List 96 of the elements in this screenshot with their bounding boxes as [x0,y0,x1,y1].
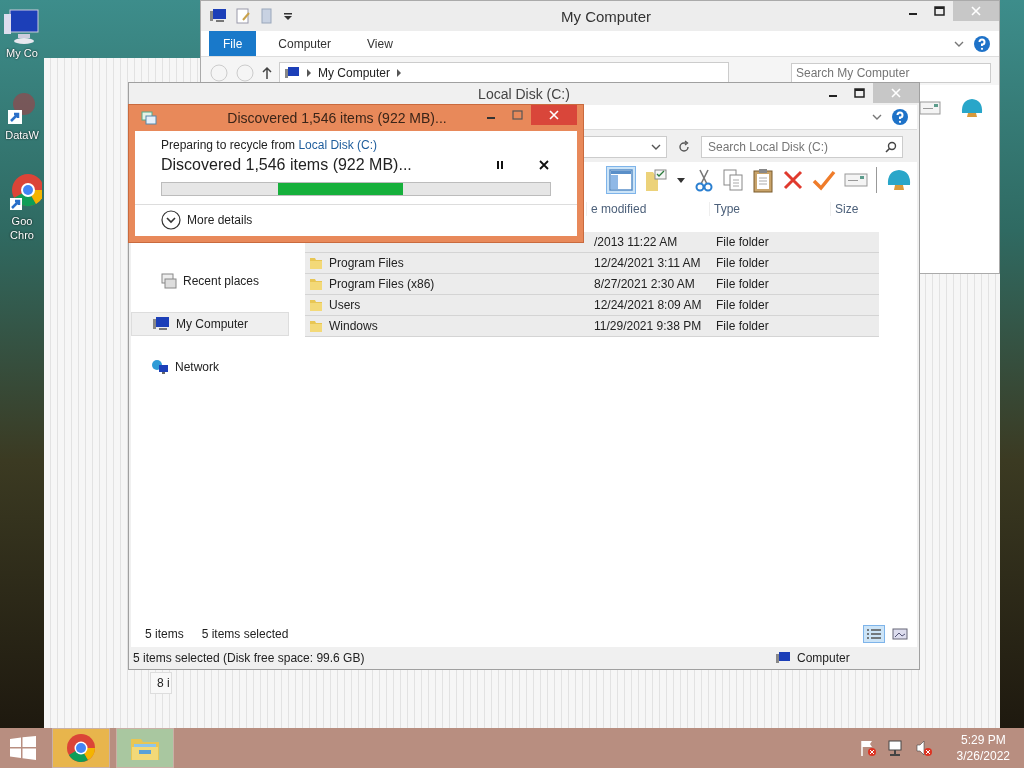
file-name: Program Files (x86) [329,277,435,291]
folder-icon [309,256,323,270]
text-fragment: 8 i [150,672,172,694]
tiles-view-button[interactable] [889,625,911,643]
breadcrumb-arrow-icon[interactable] [396,69,403,77]
close-button[interactable] [531,105,577,125]
ribbon-tab[interactable]: File [209,31,257,56]
caret-icon[interactable] [676,175,686,185]
selection-count: 5 items selected [201,627,289,641]
file-row[interactable]: Windows 11/29/2021 9:38 PM File folder [305,316,879,337]
file-name: Windows [329,319,378,333]
more-details-toggle[interactable]: More details [161,210,253,230]
maximize-icon[interactable] [934,6,945,16]
search-field[interactable]: Search Local Disk (C:) [701,136,903,158]
maximize-icon[interactable] [854,88,865,98]
date-cell-text: 12/24/2021 3:11 AM [593,256,702,270]
desktop-icon-label[interactable]: DataW [2,128,42,142]
computer-icon [775,651,791,665]
date-cell-text: 12/24/2021 8:09 AM [593,298,703,312]
type-cell-text: File folder [715,256,770,270]
flag-icon[interactable] [858,739,877,757]
refresh-icon[interactable] [677,140,691,154]
computer-icon [284,66,300,80]
computer-icon[interactable] [2,8,42,46]
type-cell-text: File folder [715,277,770,291]
date-cell-text: 11/29/2021 9:38 PM [593,319,703,333]
help-icon[interactable] [891,108,909,126]
dropdown-icon[interactable] [650,142,662,152]
folder-icon [309,277,323,291]
type-cell-text: File folder [715,319,770,333]
sidebar-item[interactable]: Recent places [131,270,289,292]
up-arrow-icon[interactable] [261,66,273,80]
sidebar-item[interactable]: Network [131,356,289,378]
folder-check-icon[interactable] [644,168,668,192]
status-text: 5 items selected (Disk free space: 99.6 GB) [133,651,365,665]
type-cell-text: File folder [715,235,770,249]
recycle-progress-icon [141,111,157,125]
network-icon [151,359,169,375]
layout-pane-button[interactable] [606,166,636,194]
dropdown-icon[interactable] [283,11,293,21]
details-view-button[interactable] [863,625,885,643]
help-icon[interactable] [973,34,991,53]
delete-icon[interactable] [782,169,804,191]
chrome-icon [65,732,97,764]
folder-icon [309,298,323,312]
checkmark-icon[interactable] [812,169,836,191]
column-header[interactable]: e modified [586,202,709,216]
close-icon [891,88,901,98]
desktop-icon-label[interactable]: Goo Chro [2,214,42,242]
column-header[interactable]: Type [709,202,830,216]
scissors-icon[interactable] [694,168,714,192]
file-name: Program Files [329,256,404,270]
status-location: Computer [797,651,850,665]
chevron-icon[interactable] [871,112,883,122]
sidebar-item[interactable]: My Computer [131,312,289,336]
computer-icon [152,316,170,332]
column-header[interactable]: Size [830,202,895,216]
envelope-icon[interactable] [844,172,868,188]
address-text[interactable]: My Computer [318,66,391,80]
progress-status: Discovered 1,546 items (922 MB)... [161,156,412,174]
item-count: 5 items [145,627,184,641]
type-cell-text: File folder [715,298,770,312]
source-link[interactable]: Local Disk (C:) [298,138,378,152]
details-view-icon [866,628,882,640]
file-row[interactable]: Program Files 12/24/2021 3:11 AM File folder [305,253,879,274]
pause-icon[interactable] [495,160,505,170]
date-cell-text: 8/27/2021 2:30 AM [593,277,696,291]
window-title: Local Disk (C:) [477,85,571,104]
search-field[interactable]: Search My Computer [791,63,991,83]
envelope-icon[interactable] [919,100,941,116]
breadcrumb-arrow-icon[interactable] [306,69,312,77]
speaker-muted-icon[interactable] [914,739,933,757]
chevron-circle-icon [161,210,181,230]
cancel-icon[interactable] [539,160,549,170]
chrome-taskbar-button[interactable] [52,728,110,768]
search-icon[interactable] [885,141,897,153]
close-icon [971,6,981,16]
ribbon-tab[interactable]: View [353,31,407,56]
network-icon[interactable] [886,739,905,757]
file-row[interactable]: Program Files (x86) 8/27/2021 2:30 AM File folder [305,274,879,295]
folder-icon [309,319,323,333]
close-icon [549,110,559,120]
dialog-title: Discovered 1,546 items (922 MB)... [226,110,448,126]
file-row[interactable]: Users 12/24/2021 8:09 AM File folder [305,295,879,316]
windows-logo-icon[interactable] [9,736,37,760]
operation-text: Preparing to recycle from Local Disk (C:) [161,138,379,152]
recent-places-icon [161,273,177,289]
ribbon-tab[interactable]: Computer [264,31,346,56]
date-cell-text: /2013 11:22 AM [593,235,679,249]
computer-icon[interactable] [209,8,227,24]
file-name: Users [329,298,361,312]
desktop-icon-label[interactable]: My Co [2,46,42,60]
properties-icon[interactable] [235,8,251,24]
tiles-view-icon [892,628,908,640]
window-title: My Computer [560,7,652,25]
paste-icon[interactable] [752,167,774,193]
